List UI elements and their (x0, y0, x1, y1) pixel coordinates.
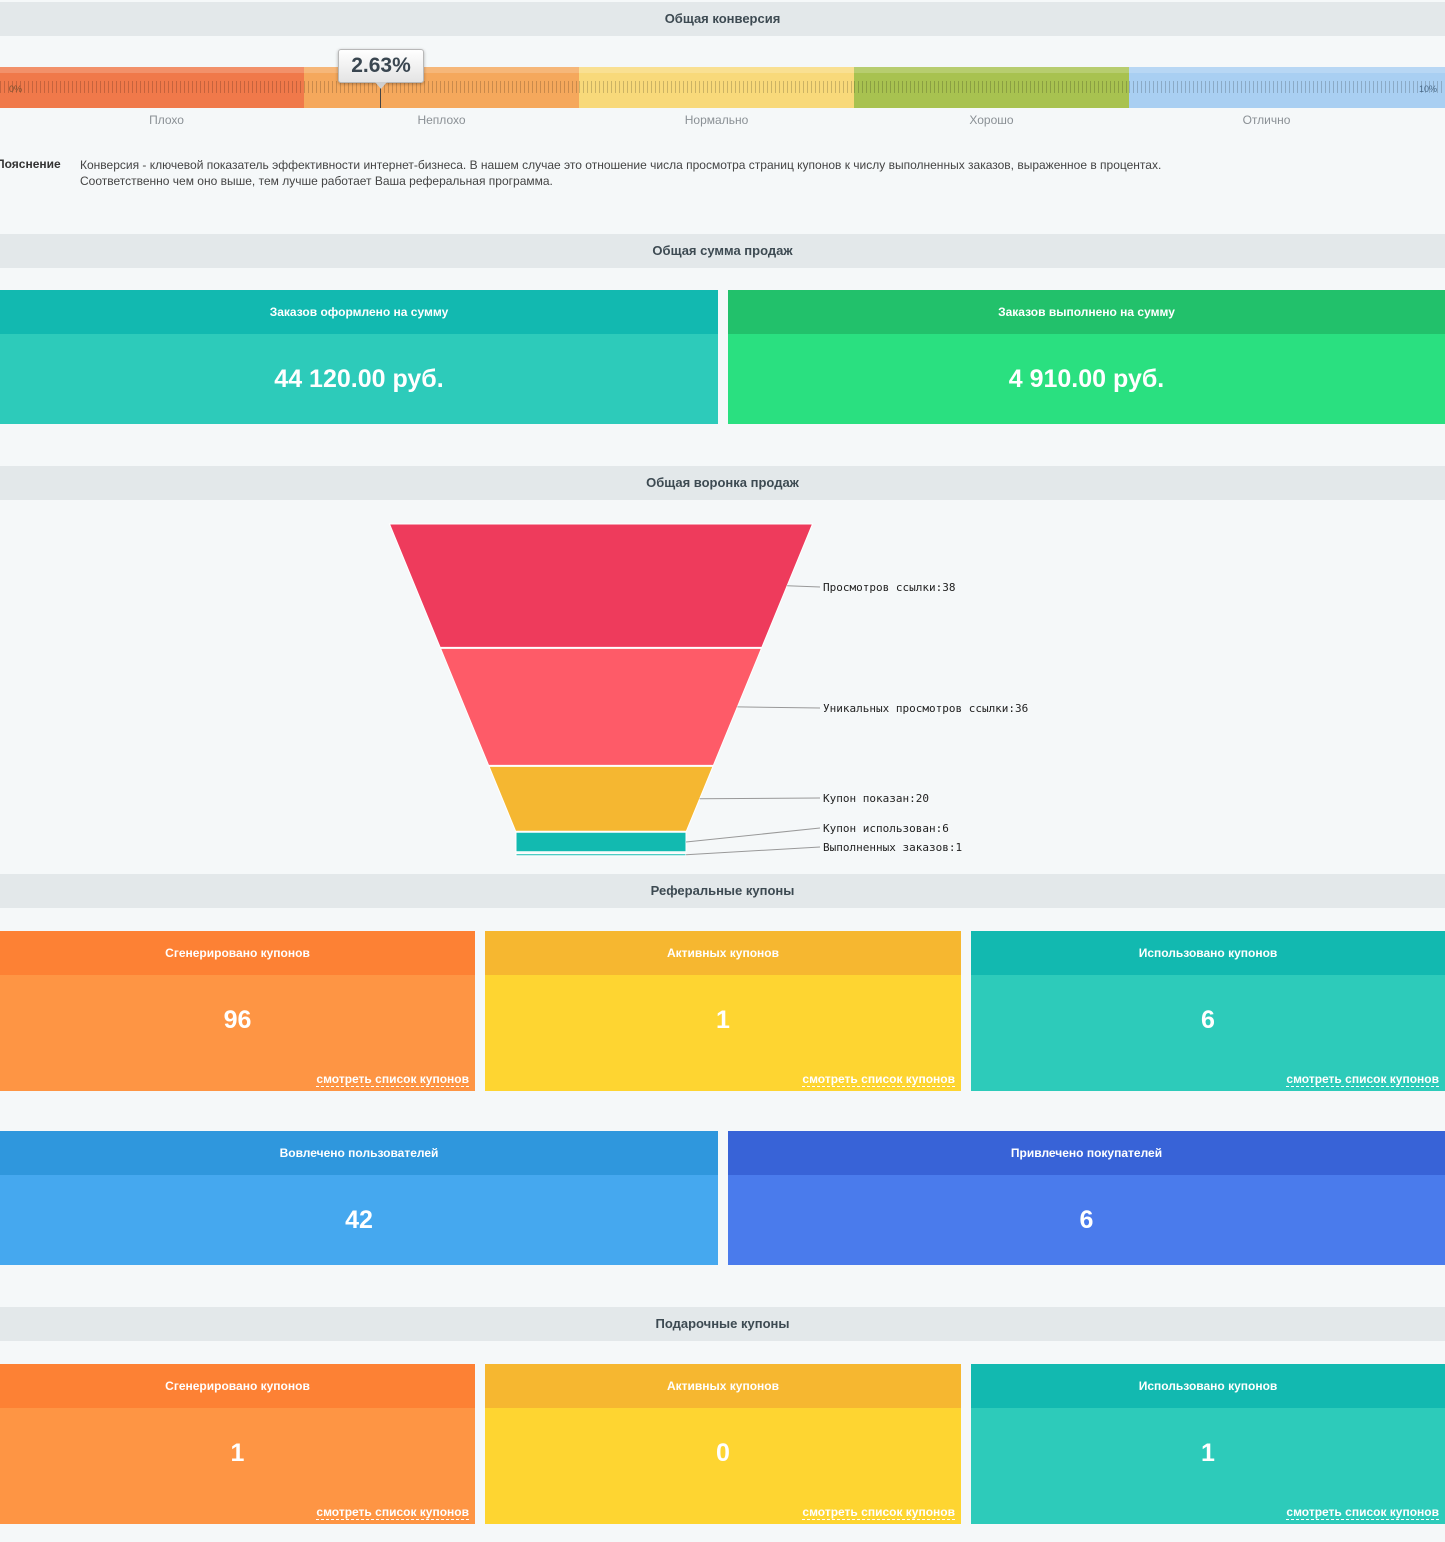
card-value: 1 (716, 1006, 730, 1034)
card-gift-active: Активных купонов 0 смотреть список купон… (485, 1364, 961, 1524)
view-coupon-list-link[interactable]: смотреть список купонов (316, 1072, 469, 1087)
card-body: 96 смотреть список купонов (0, 975, 475, 1091)
card-value: 6 (1201, 1006, 1215, 1034)
card-value: 44 120.00 руб. (0, 334, 718, 424)
gauge-label-fair: Неплохо (417, 113, 466, 127)
card-gift-generated: Сгенерировано купонов 1 смотреть список … (0, 1364, 475, 1524)
sales-funnel-chart: Просмотров ссылки:38 Уникальных просмотро… (388, 523, 1028, 857)
card-title: Заказов оформлено на сумму (0, 290, 718, 334)
gauge-value-marker (380, 86, 381, 108)
card-users-involved: Вовлечено пользователей 42 (0, 1131, 718, 1265)
card-title: Вовлечено пользователей (0, 1131, 718, 1175)
card-title: Активных купонов (485, 931, 961, 975)
card-value: 1 (1201, 1439, 1215, 1467)
card-body: 6 смотреть список купонов (971, 975, 1445, 1091)
section-header-sales-sum: Общая сумма продаж (0, 234, 1445, 268)
gauge-label-bad: Плохо (149, 113, 184, 127)
card-body: 1 смотреть список купонов (0, 1408, 475, 1524)
section-header-conversion: Общая конверсия (0, 2, 1445, 36)
gauge-label-excellent: Отлично (1242, 113, 1291, 127)
card-body: 1 смотреть список купонов (485, 975, 961, 1091)
section-header-referral: Реферальные купоны (0, 874, 1445, 908)
funnel-connector-2 (737, 706, 821, 709)
card-title: Сгенерировано купонов (0, 931, 475, 975)
funnel-label-3: Купон показан:20 (823, 792, 929, 805)
gauge-value-tooltip: 2.63% (338, 49, 424, 89)
funnel-segment-4 (515, 831, 687, 853)
explanation-title: Пояснение (0, 157, 61, 171)
section-header-funnel: Общая воронка продаж (0, 466, 1445, 500)
funnel-segment-2 (439, 647, 763, 766)
view-coupon-list-link[interactable]: смотреть список купонов (802, 1072, 955, 1087)
funnel-segment-3 (488, 765, 714, 832)
card-gift-used: Использовано купонов 1 смотреть список к… (971, 1364, 1445, 1524)
card-value: 42 (0, 1175, 718, 1265)
gauge-min-label: 0% (9, 84, 23, 94)
section-header-gift: Подарочные купоны (0, 1307, 1445, 1341)
gauge-label-good: Хорошо (969, 113, 1014, 127)
funnel-label-5: Выполненных заказов:1 (823, 841, 962, 854)
gauge-zone-normal (579, 67, 854, 108)
card-referral-generated: Сгенерировано купонов 96 смотреть список… (0, 931, 475, 1091)
view-coupon-list-link[interactable]: смотреть список купонов (1286, 1072, 1439, 1087)
explanation-text: Конверсия - ключевой показатель эффектив… (80, 157, 1380, 189)
explanation-line-2: Соответственно чем оно выше, тем лучше р… (80, 174, 553, 188)
view-coupon-list-link[interactable]: смотреть список купонов (316, 1505, 469, 1520)
card-value: 4 910.00 руб. (728, 334, 1445, 424)
card-title: Сгенерировано купонов (0, 1364, 475, 1408)
card-referral-active: Активных купонов 1 смотреть список купон… (485, 931, 961, 1091)
funnel-label-1: Просмотров ссылки:38 (823, 581, 955, 594)
gauge-zone-excellent (1129, 67, 1445, 108)
gauge-max-label: 10% (1418, 84, 1437, 94)
funnel-connector-5 (685, 846, 821, 856)
card-value: 0 (716, 1439, 730, 1467)
funnel-connector-3 (699, 797, 821, 800)
funnel-connector-1 (787, 585, 821, 588)
gauge-zone-bad (0, 67, 304, 108)
card-buyers-attracted: Привлечено покупателей 6 (728, 1131, 1445, 1265)
explanation-line-1: Конверсия - ключевой показатель эффектив… (80, 158, 1162, 172)
card-title: Использовано купонов (971, 931, 1445, 975)
funnel-label-2: Уникальных просмотров ссылки:36 (823, 702, 1028, 715)
funnel-segment-1 (388, 523, 814, 648)
funnel-label-4: Купон использован:6 (823, 822, 949, 835)
gauge-label-normal: Нормально (684, 113, 749, 127)
funnel-connector-4 (685, 827, 821, 843)
funnel-segment-5 (515, 853, 687, 857)
card-title: Привлечено покупателей (728, 1131, 1445, 1175)
card-title: Активных купонов (485, 1364, 961, 1408)
conversion-gauge: 0% 10% (0, 67, 1445, 108)
card-orders-placed: Заказов оформлено на сумму 44 120.00 руб… (0, 290, 718, 424)
gauge-zone-good (854, 67, 1129, 108)
card-orders-completed: Заказов выполнено на сумму 4 910.00 руб. (728, 290, 1445, 424)
card-value: 1 (230, 1439, 245, 1467)
card-body: 1 смотреть список купонов (971, 1408, 1445, 1524)
card-title: Использовано купонов (971, 1364, 1445, 1408)
card-referral-used: Использовано купонов 6 смотреть список к… (971, 931, 1445, 1091)
card-value: 6 (728, 1175, 1445, 1265)
card-value: 96 (223, 1006, 252, 1034)
view-coupon-list-link[interactable]: смотреть список купонов (802, 1505, 955, 1520)
card-title: Заказов выполнено на сумму (728, 290, 1445, 334)
view-coupon-list-link[interactable]: смотреть список купонов (1286, 1505, 1439, 1520)
card-body: 0 смотреть список купонов (485, 1408, 961, 1524)
